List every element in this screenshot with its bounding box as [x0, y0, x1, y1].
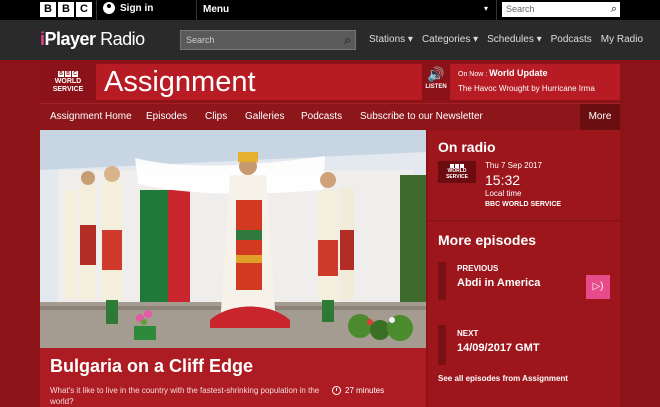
menu-button[interactable]: Menu: [203, 4, 229, 15]
search-placeholder: Search: [506, 4, 535, 14]
feature-episode: Bulgaria on a Cliff Edge What's it like …: [40, 348, 426, 407]
see-all-episodes-link[interactable]: See all episodes from Assignment: [438, 374, 568, 383]
dancers-illustration: [40, 130, 426, 348]
iplayer-radio-bar: iPlayer Radio Search ⌕ Stations ▾ Catego…: [0, 20, 660, 60]
listen-button[interactable]: 🔊 LISTEN: [422, 64, 450, 100]
episode-duration: 27 minutes: [332, 386, 384, 395]
logo-letter: B: [58, 70, 64, 77]
nav-label: Categories: [421, 34, 471, 45]
on-now-label: On Now :: [458, 71, 488, 78]
chevron-down-icon[interactable]: ▾: [484, 4, 488, 13]
duration-label: 27 minutes: [345, 386, 385, 395]
bbc-mini-logo: B B C: [58, 70, 78, 77]
user-icon: [103, 2, 115, 14]
radio-search-input[interactable]: Search ⌕: [180, 30, 356, 50]
divider: [496, 0, 497, 20]
episode-title[interactable]: Bulgaria on a Cliff Edge: [50, 356, 253, 377]
divider: [196, 0, 197, 20]
bbc-logo[interactable]: B B C: [40, 2, 92, 17]
broadcast-date: Thu 7 Sep 2017: [485, 161, 542, 170]
nav-stations[interactable]: Stations ▾: [369, 34, 413, 45]
episode-marker: [438, 325, 446, 365]
next-episode-date: 14/09/2017 GMT: [457, 342, 540, 354]
world-service-label: WORLD SERVICE: [446, 168, 468, 180]
episode-marker: [438, 262, 446, 300]
nav-newsletter[interactable]: Subscribe to our Newsletter: [360, 111, 483, 122]
nav-podcasts[interactable]: Podcasts: [551, 34, 592, 45]
sign-in-label: Sign in: [120, 2, 154, 14]
on-now-station: World Update: [489, 68, 548, 78]
sign-in-link[interactable]: Sign in: [103, 2, 153, 14]
on-radio-panel: On radio WORLD SERVICE Thu 7 Sep 2017 15…: [428, 130, 620, 220]
previous-episode-title[interactable]: Abdi in America: [457, 277, 540, 289]
nav-episodes[interactable]: Episodes: [146, 111, 187, 122]
listen-label: LISTEN: [425, 84, 447, 90]
nav-label: Schedules: [487, 34, 534, 45]
episode-description: What's it like to live in the country wi…: [50, 386, 320, 406]
nav-galleries[interactable]: Galleries: [245, 111, 284, 122]
bbc-logo-letter: B: [58, 2, 74, 17]
radio-nav: Stations ▾ Categories ▾ Schedules ▾ Podc…: [369, 34, 643, 45]
programme-nav: Assignment Home Episodes Clips Galleries…: [40, 103, 620, 130]
next-label: NEXT: [457, 329, 479, 338]
previous-label: PREVIOUS: [457, 264, 499, 273]
divider: [96, 0, 97, 20]
search-icon[interactable]: ⌕: [611, 3, 617, 16]
more-button[interactable]: More: [580, 104, 620, 130]
nav-clips[interactable]: Clips: [205, 111, 227, 122]
nav-my-radio[interactable]: My Radio: [601, 34, 643, 45]
logo-letter: C: [72, 70, 78, 77]
nav-label: Stations: [369, 34, 406, 45]
bbc-logo-letter: C: [76, 2, 92, 17]
bbc-top-bar: B B C Sign in Menu ▾ Search ⌕: [0, 0, 660, 20]
bbc-search-input[interactable]: Search ⌕: [502, 2, 620, 17]
logo-letter: B: [65, 70, 71, 77]
brand-player: Player: [44, 29, 97, 49]
local-time-label: Local time: [485, 189, 522, 198]
programme-title[interactable]: Assignment: [104, 65, 256, 99]
bbc-logo-letter: B: [40, 2, 56, 17]
nav-podcasts[interactable]: Podcasts: [301, 111, 342, 122]
search-placeholder: Search: [186, 35, 215, 45]
hero-image[interactable]: [40, 130, 426, 348]
world-service-logo[interactable]: B B C WORLD SERVICE: [40, 64, 96, 100]
world-service-logo[interactable]: WORLD SERVICE: [438, 161, 476, 183]
on-now[interactable]: On Now : World Update: [458, 68, 547, 78]
search-icon[interactable]: ⌕: [344, 33, 351, 48]
world-service-label: WORLD SERVICE: [52, 77, 84, 93]
brand-radio: Radio: [100, 29, 145, 49]
nav-assignment-home[interactable]: Assignment Home: [50, 111, 132, 122]
more-episodes-panel: More episodes PREVIOUS Abdi in America ▷…: [428, 222, 620, 407]
on-now-episode[interactable]: The Havoc Wrought by Hurricane Irma: [458, 84, 595, 93]
play-icon[interactable]: ▷): [586, 275, 610, 299]
speaker-icon: 🔊: [427, 66, 445, 82]
on-radio-heading: On radio: [438, 139, 496, 155]
clock-icon: [332, 386, 341, 395]
nav-schedules[interactable]: Schedules ▾: [487, 34, 542, 45]
iplayer-radio-logo[interactable]: iPlayer Radio: [40, 29, 145, 50]
more-episodes-heading: More episodes: [438, 232, 537, 248]
station-name[interactable]: BBC WORLD SERVICE: [485, 201, 561, 208]
broadcast-time: 15:32: [485, 172, 521, 188]
programme-header: B B C WORLD SERVICE Assignment 🔊 LISTEN …: [40, 64, 620, 100]
nav-categories[interactable]: Categories ▾: [422, 34, 478, 45]
